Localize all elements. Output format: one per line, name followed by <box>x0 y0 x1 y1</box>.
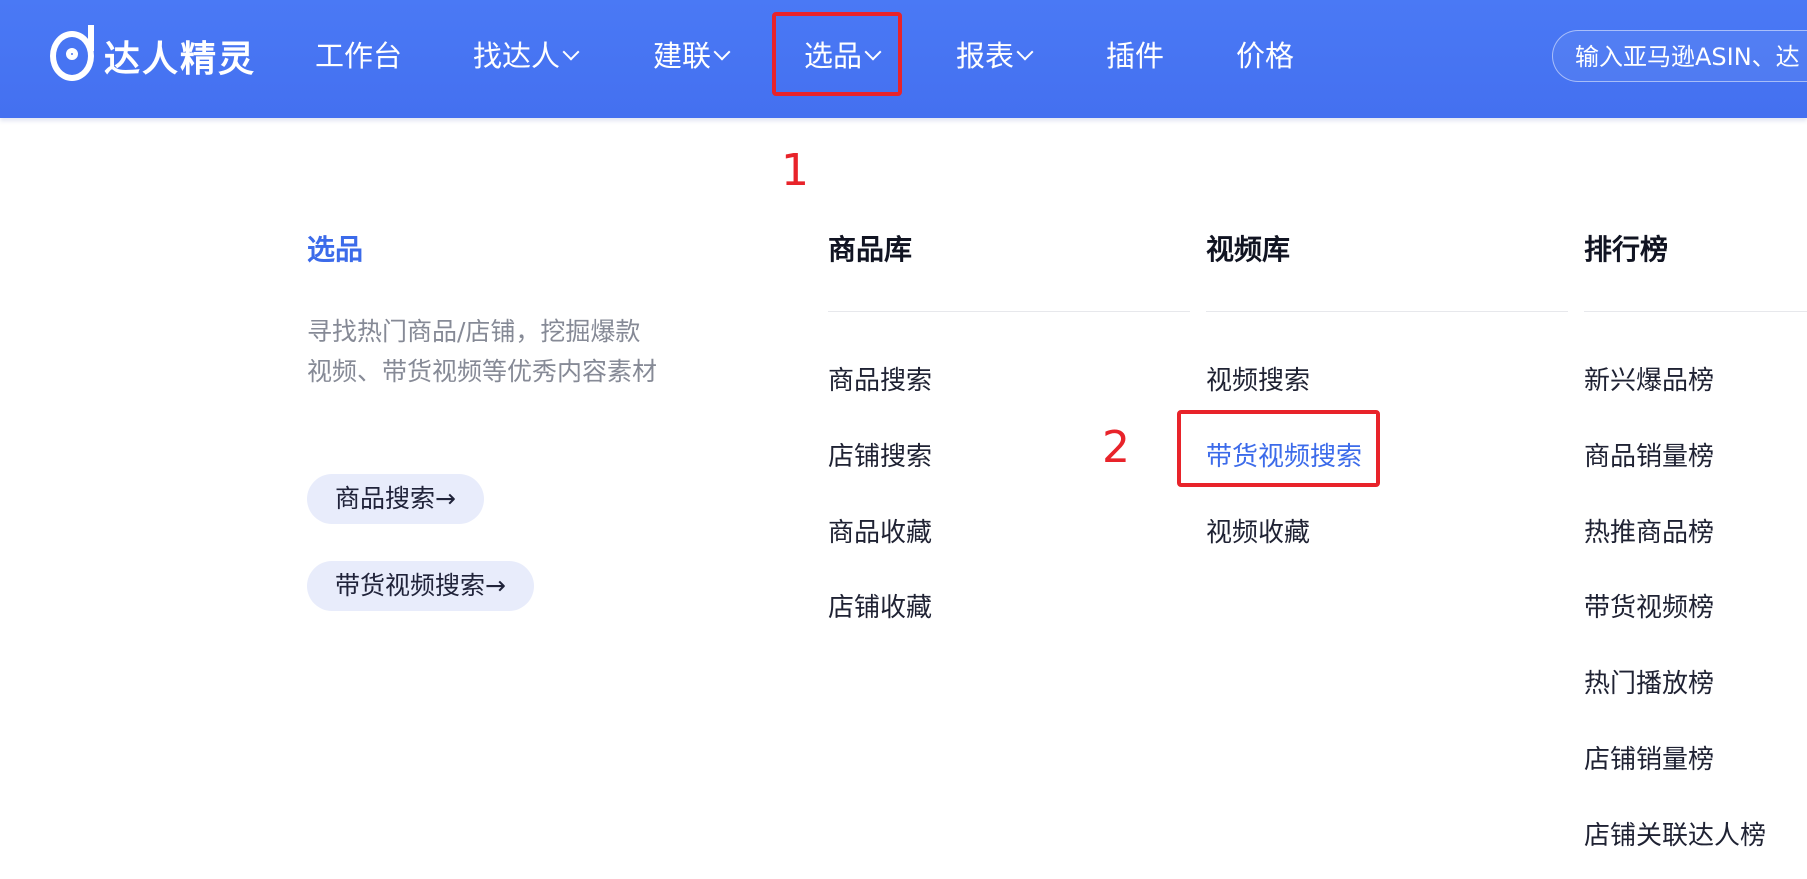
nav-label: 工作台 <box>315 39 403 73</box>
menu-item-store-sales-rank[interactable]: 店铺销量榜 <box>1584 739 1714 776</box>
nav-item-find-creators[interactable]: 找达人 <box>473 36 580 76</box>
column-divider <box>828 311 1190 312</box>
column-title-video-library: 视频库 <box>1206 233 1291 266</box>
menu-item-video-search[interactable]: 视频搜索 <box>1206 360 1310 397</box>
nav-item-pricing[interactable]: 价格 <box>1236 36 1294 76</box>
brand-name: 达人精灵 <box>104 39 257 80</box>
menu-item-product-favorites[interactable]: 商品收藏 <box>828 512 932 549</box>
annotation-box-step2 <box>1177 410 1380 487</box>
top-navbar: 达人精灵 工作台 找达人 建联 选品 报表 插件 价格 <box>0 0 1807 118</box>
logo-icon <box>50 25 94 81</box>
nav-label: 价格 <box>1236 39 1295 73</box>
nav-item-outreach[interactable]: 建联 <box>653 36 731 76</box>
nav-label: 插件 <box>1106 39 1165 73</box>
nav-label: 建联 <box>653 39 712 73</box>
search-box[interactable] <box>1552 30 1807 82</box>
nav-item-reports[interactable]: 报表 <box>956 36 1034 76</box>
column-divider <box>1206 311 1568 312</box>
nav-item-plugins[interactable]: 插件 <box>1106 36 1164 76</box>
quick-link-video-search[interactable]: 带货视频搜索→ <box>307 561 534 611</box>
menu-item-store-search[interactable]: 店铺搜索 <box>828 436 932 473</box>
menu-intro-title: 选品 <box>307 233 364 266</box>
nav-label: 找达人 <box>473 39 561 73</box>
nav-item-workbench[interactable]: 工作台 <box>315 36 402 76</box>
column-title-rankings: 排行榜 <box>1584 233 1669 266</box>
annotation-box-step1 <box>772 12 902 96</box>
chevron-down-icon <box>713 43 731 61</box>
menu-item-sales-video-rank[interactable]: 带货视频榜 <box>1584 587 1714 624</box>
quick-link-product-search[interactable]: 商品搜索→ <box>307 474 484 524</box>
menu-intro-description: 寻找热门商品/店铺，挖掘爆款视频、带货视频等优秀内容素材 <box>307 317 658 386</box>
annotation-number-step1: 1 <box>781 145 809 196</box>
nav-label: 报表 <box>956 39 1015 73</box>
column-title-product-library: 商品库 <box>828 233 913 266</box>
menu-item-popular-plays-rank[interactable]: 热门播放榜 <box>1584 663 1714 700</box>
menu-item-emerging-hot-products[interactable]: 新兴爆品榜 <box>1584 360 1714 397</box>
menu-item-video-favorites[interactable]: 视频收藏 <box>1206 512 1310 549</box>
menu-item-store-favorites[interactable]: 店铺收藏 <box>828 587 932 624</box>
annotation-number-step2: 2 <box>1102 422 1130 473</box>
menu-item-product-search[interactable]: 商品搜索 <box>828 360 932 397</box>
menu-item-store-creators-rank[interactable]: 店铺关联达人榜 <box>1584 815 1766 852</box>
brand-logo[interactable]: 达人精灵 <box>50 25 257 85</box>
chevron-down-icon <box>562 43 580 61</box>
menu-item-hot-promoted-products[interactable]: 热推商品榜 <box>1584 512 1714 549</box>
search-input[interactable] <box>1573 39 1807 75</box>
chevron-down-icon <box>1016 43 1034 61</box>
column-divider <box>1584 311 1807 312</box>
menu-item-product-sales-rank[interactable]: 商品销量榜 <box>1584 436 1714 473</box>
